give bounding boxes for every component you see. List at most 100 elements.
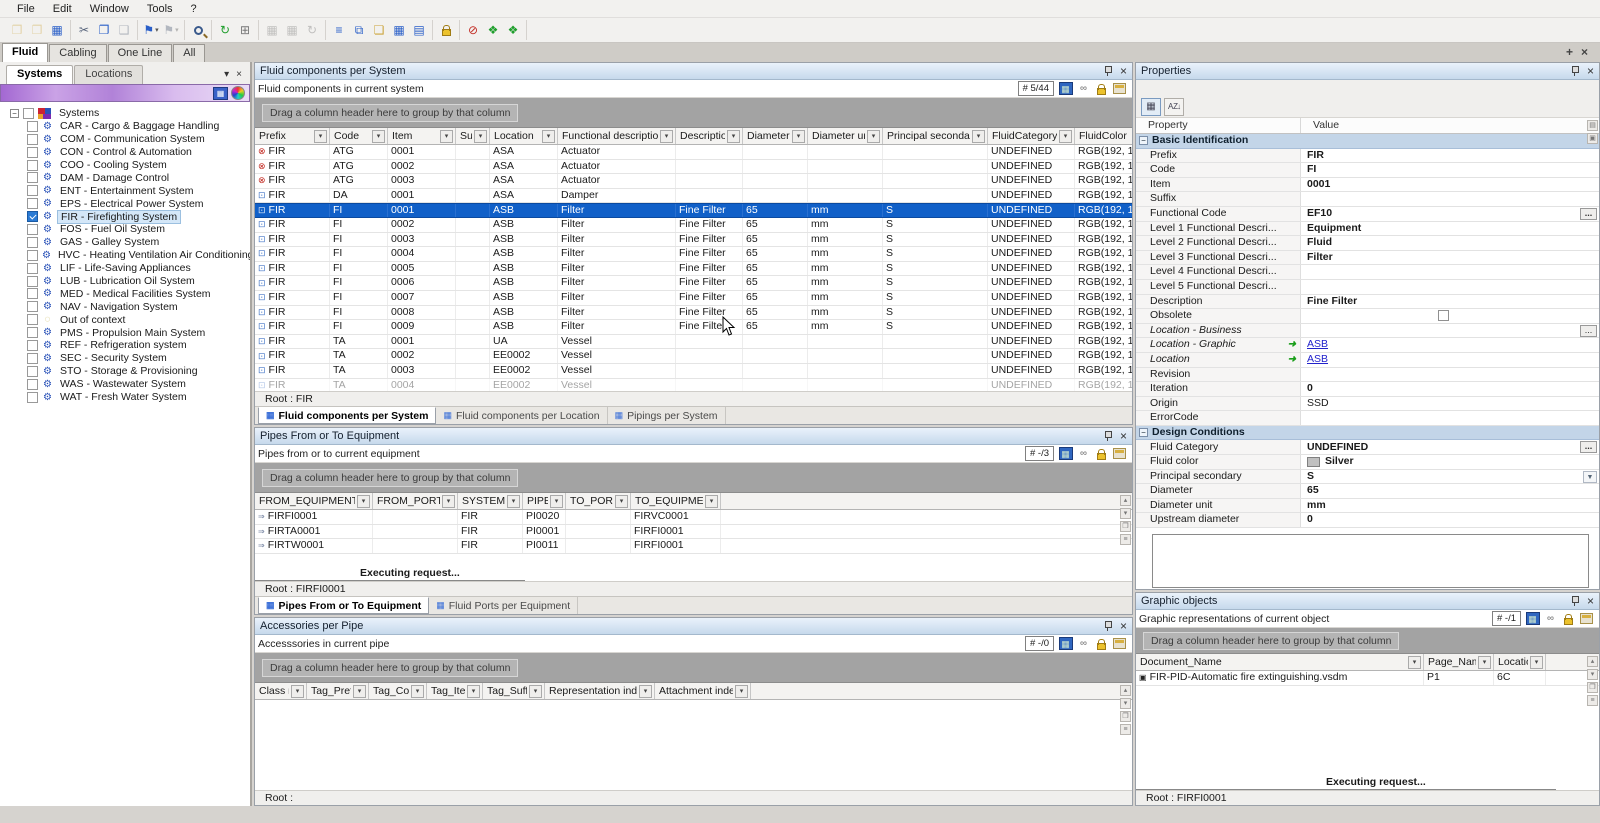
linked-view-icon[interactable]: ⧉ — [350, 22, 368, 38]
tree-item[interactable]: ⚙LIF - Life-Saving Appliances — [0, 262, 250, 275]
property-row[interactable]: CodeFI — [1136, 163, 1599, 178]
sidebar-tab-systems[interactable]: Systems — [6, 65, 73, 84]
panel-tab-fluid-components-per-system[interactable]: ▦Fluid components per System — [258, 407, 436, 424]
tab-cabling[interactable]: Cabling — [49, 44, 106, 62]
filter-icon[interactable]: ▾ — [440, 130, 453, 143]
filter-icon[interactable]: ▾ — [507, 495, 520, 508]
panel-tab-pipings-per-system[interactable]: ▦Pipings per System — [608, 407, 726, 424]
table-row[interactable]: ⇒FIRTW0001FIRPI0011FIRFI0001 — [255, 539, 1132, 554]
table-row[interactable]: ⊡FIRTA0003EE0002VesselUNDEFINEDRGB(192, … — [255, 364, 1132, 379]
filter-icon[interactable]: ▾ — [792, 130, 805, 143]
filter-icon[interactable]: ▾ — [291, 685, 304, 698]
filter-icon[interactable]: ▾ — [1530, 656, 1543, 669]
property-row[interactable]: Diameter65 — [1136, 484, 1599, 499]
property-row[interactable]: DescriptionFine Filter — [1136, 295, 1599, 310]
property-row[interactable]: Level 5 Functional Descri... — [1136, 280, 1599, 295]
lock-icon[interactable] — [437, 22, 455, 38]
column-header-document-name[interactable]: Document_Name▾ — [1136, 654, 1424, 670]
link-icon[interactable] — [1075, 636, 1092, 651]
column-header-prefix[interactable]: Prefix▾ — [255, 128, 330, 144]
filter-icon[interactable]: ▾ — [442, 495, 455, 508]
export-xsl-alt-icon[interactable]: ▦ — [283, 22, 301, 38]
print-icon[interactable]: ❐ — [1120, 521, 1131, 532]
table-row[interactable]: ⊡FIRFI0009ASBFilterFine Filter65mmSUNDEF… — [255, 320, 1132, 335]
image-export-icon[interactable]: ▦ — [213, 87, 228, 100]
collapse-icon[interactable]: ▾ — [224, 69, 229, 80]
tree-item[interactable]: ⚙WAT - Fresh Water System — [0, 391, 250, 404]
tree-root[interactable]: −Systems — [0, 107, 250, 120]
search-icon[interactable] — [189, 22, 207, 38]
property-row[interactable]: Functional CodeEF10... — [1136, 207, 1599, 222]
property-column-header[interactable]: Property — [1136, 118, 1301, 133]
pin-icon[interactable] — [1103, 430, 1113, 442]
properties-icon[interactable] — [1111, 636, 1128, 651]
table-row[interactable]: ⊡FIRFI0001ASBFilterFine Filter65mmSUNDEF… — [255, 203, 1132, 218]
pin-icon[interactable] — [1570, 65, 1580, 77]
menu-item-file[interactable]: File — [8, 2, 44, 16]
pin-icon[interactable] — [1103, 620, 1113, 632]
property-row[interactable]: Fluid CategoryUNDEFINED... — [1136, 440, 1599, 455]
excel-export-icon[interactable] — [1057, 446, 1074, 461]
sidebar-tab-locations[interactable]: Locations — [74, 65, 143, 84]
refresh-alt-icon[interactable]: ↻ — [303, 22, 321, 38]
property-row[interactable]: Location - Business... — [1136, 324, 1599, 339]
column-header-description[interactable]: Description▾ — [676, 128, 743, 144]
filter-icon[interactable]: ▾ — [314, 130, 327, 143]
excel-export-icon[interactable] — [1524, 611, 1541, 626]
item-checkbox[interactable] — [27, 134, 38, 145]
unlock-icon[interactable] — [1093, 446, 1110, 461]
item-checkbox[interactable] — [27, 340, 38, 351]
unlock-icon[interactable] — [1560, 611, 1577, 626]
properties-window-icon[interactable]: ❏ — [370, 22, 388, 38]
filter-icon[interactable]: ▾ — [705, 495, 718, 508]
table-row[interactable]: ⊡FIRTA0001UAVesselUNDEFINEDRGB(192, 19 — [255, 335, 1132, 350]
add-tab-icon[interactable]: + — [1566, 45, 1573, 59]
column-header-fluidcategory[interactable]: FluidCategory▾ — [988, 128, 1075, 144]
scroll-down-icon[interactable]: ▾ — [1587, 669, 1598, 680]
group-by-bar[interactable]: Drag a column header here to group by th… — [1136, 628, 1599, 654]
zoom-extents-icon[interactable]: ⊞ — [236, 22, 254, 38]
filter-icon[interactable]: ▾ — [372, 130, 385, 143]
property-row[interactable]: Level 3 Functional Descri...Filter — [1136, 251, 1599, 266]
item-checkbox[interactable] — [27, 211, 38, 222]
item-checkbox[interactable] — [27, 147, 38, 158]
note-flag-icon[interactable]: ⚑▾ — [142, 22, 160, 38]
table-row[interactable]: ⊡FIRFI0004ASBFilterFine Filter65mmSUNDEF… — [255, 247, 1132, 262]
tree-item[interactable]: ⚙NAV - Navigation System — [0, 300, 250, 313]
filter-icon[interactable]: ▾ — [1059, 130, 1072, 143]
item-checkbox[interactable] — [27, 198, 38, 209]
item-checkbox[interactable] — [27, 263, 38, 274]
column-header-diameter[interactable]: Diameter▾ — [743, 128, 808, 144]
stop-icon[interactable]: ⊘ — [464, 22, 482, 38]
property-row[interactable]: Diameter unitmm — [1136, 499, 1599, 514]
root-checkbox[interactable] — [23, 108, 34, 119]
column-header-principal-secondary[interactable]: Principal secondary▾ — [883, 128, 988, 144]
item-checkbox[interactable] — [27, 314, 38, 325]
item-checkbox[interactable] — [27, 172, 38, 183]
menu-item-edit[interactable]: Edit — [44, 2, 81, 16]
grid-view-icon[interactable]: ▦ — [390, 22, 408, 38]
property-row[interactable]: Upstream diameter0 — [1136, 513, 1599, 528]
value-column-header[interactable]: Value — [1301, 118, 1343, 133]
tree-item[interactable]: ⚙ENT - Entertainment System — [0, 184, 250, 197]
filter-icon[interactable]: ▾ — [474, 130, 487, 143]
property-row[interactable]: Fluid colorSilver — [1136, 455, 1599, 470]
tree-item[interactable]: ⚙HVC - Heating Ventilation Air Condition… — [0, 249, 250, 262]
filter-icon[interactable]: ▾ — [357, 495, 370, 508]
link-icon[interactable] — [1075, 81, 1092, 96]
column-header-from-port[interactable]: FROM_PORT▾ — [373, 493, 458, 509]
column-header-functional-description[interactable]: Functional description▾ — [558, 128, 676, 144]
column-header-system[interactable]: SYSTEM▾ — [458, 493, 523, 509]
note-flag-alt-icon[interactable]: ⚑▾ — [162, 22, 180, 38]
item-checkbox[interactable] — [27, 224, 38, 235]
close-icon[interactable]: × — [1120, 431, 1127, 441]
group-by-bar[interactable]: Drag a column header here to group by th… — [255, 463, 1132, 493]
column-header-from-equipment[interactable]: FROM_EQUIPMENT▾ — [255, 493, 373, 509]
scroll-up-icon[interactable]: ▴ — [1120, 495, 1131, 506]
color-wheel-icon[interactable] — [231, 86, 245, 100]
export-icon[interactable]: ≡ — [1120, 534, 1131, 545]
dock-icon[interactable]: ▤ — [1587, 120, 1598, 131]
filter-icon[interactable]: ▾ — [1408, 656, 1421, 669]
column-header-diameter-unit[interactable]: Diameter unit▾ — [808, 128, 883, 144]
property-row[interactable]: Location - Graphic➜ASB — [1136, 338, 1599, 353]
